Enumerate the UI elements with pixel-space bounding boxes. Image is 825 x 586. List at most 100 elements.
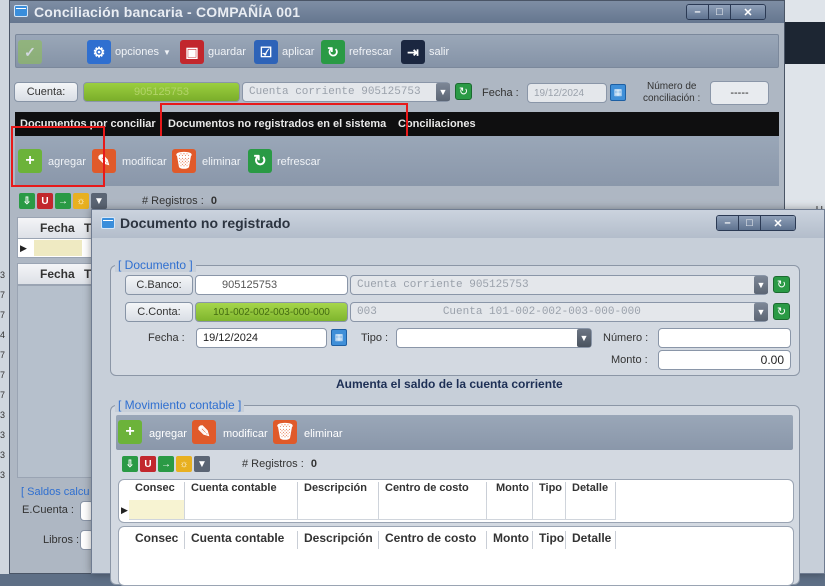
grid-cell[interactable]: [487, 500, 533, 520]
grid-row[interactable]: ▶: [17, 238, 97, 258]
edit-pencil-icon[interactable]: ✎: [192, 420, 216, 444]
minimize-icon[interactable]: –: [687, 5, 709, 19]
refrescar-button[interactable]: ↻ refrescar: [321, 38, 392, 66]
column-header-tipo[interactable]: Tipo: [533, 531, 566, 549]
grid-cell[interactable]: [298, 500, 379, 520]
background-row: 3: [0, 450, 6, 460]
chevron-down-icon[interactable]: ▼: [436, 83, 450, 101]
trash-icon[interactable]: 🗑: [172, 149, 196, 173]
sun-icon[interactable]: ☼: [73, 193, 89, 209]
numero-conciliacion-field[interactable]: -----: [710, 81, 769, 105]
chevron-down-icon[interactable]: ▼: [754, 276, 768, 294]
chevron-down-icon[interactable]: ▼: [577, 329, 591, 347]
export-down-icon[interactable]: ⇩: [19, 193, 35, 209]
row-pointer-icon: ▶: [20, 243, 27, 253]
row-pointer-icon: ▶: [121, 505, 128, 515]
grid-cell[interactable]: [185, 500, 298, 520]
movimiento-group-title: [ Movimiento contable ]: [115, 398, 245, 412]
cuenta-code-field[interactable]: 905125753: [83, 82, 240, 102]
trash-icon[interactable]: 🗑: [273, 420, 297, 444]
confirm-button[interactable]: ✓: [18, 38, 42, 66]
arrow-right-icon[interactable]: →: [55, 193, 71, 209]
column-header-fecha[interactable]: Fecha: [40, 267, 75, 281]
column-header-consec[interactable]: Consec: [129, 482, 185, 500]
search-refresh-icon[interactable]: ↻: [455, 83, 472, 100]
monto-label: Monto :: [611, 354, 648, 366]
dialog-titlebar[interactable]: Documento no registrado – □ ✕: [92, 210, 824, 238]
arrow-right-icon[interactable]: →: [158, 456, 174, 472]
cbanco-name-select[interactable]: Cuenta corriente 905125753: [350, 275, 768, 295]
salir-label: salir: [429, 46, 450, 58]
chevron-down-icon[interactable]: ▼: [754, 303, 768, 321]
modificar-label[interactable]: modificar: [122, 156, 167, 168]
background-row: 7: [0, 390, 6, 400]
aplicar-button[interactable]: ☑ aplicar: [254, 38, 314, 66]
column-header-monto[interactable]: Monto: [487, 482, 533, 500]
opciones-button[interactable]: ⚙ opciones ▼: [87, 38, 171, 66]
column-header-consec[interactable]: Consec: [129, 531, 185, 549]
fecha-field[interactable]: 19/12/2024: [527, 83, 607, 103]
numero-field[interactable]: [658, 328, 791, 348]
refresh-icon[interactable]: ↻: [248, 149, 272, 173]
selected-cell[interactable]: [34, 240, 82, 256]
cuenta-name-select[interactable]: Cuenta corriente 905125753: [242, 82, 450, 102]
column-header-centro-costo[interactable]: Centro de costo: [379, 482, 487, 500]
column-header-descripcion[interactable]: Descripción: [298, 482, 379, 500]
cconta-code-field[interactable]: 101-002-002-003-000-000: [195, 302, 348, 322]
grid-cell[interactable]: [129, 500, 185, 520]
add-icon[interactable]: +: [118, 420, 142, 444]
column-header-descripcion[interactable]: Descripción: [298, 531, 379, 549]
cconta-label: C.Conta:: [125, 302, 193, 322]
aplicar-label: aplicar: [282, 46, 315, 58]
check-icon: ✓: [18, 40, 42, 64]
column-header-monto[interactable]: Monto: [487, 531, 533, 549]
grid-cell[interactable]: [533, 500, 566, 520]
minimize-icon[interactable]: –: [717, 216, 739, 230]
highlight-agregar-box: [11, 126, 105, 187]
grid-cell[interactable]: [379, 500, 487, 520]
calendar-icon[interactable]: ▦: [331, 329, 347, 346]
sun-icon[interactable]: ☼: [176, 456, 192, 472]
column-header-tipo[interactable]: Tipo: [533, 482, 566, 500]
cconta-name-select[interactable]: 003 Cuenta 101-002-002-003-000-000: [350, 302, 768, 322]
agregar-label[interactable]: agregar: [149, 428, 187, 440]
movimiento-grid: Consec Cuenta contable Descripción Centr…: [118, 479, 794, 523]
eliminar-label[interactable]: eliminar: [304, 428, 343, 440]
grid-cell[interactable]: [566, 500, 616, 520]
eliminar-label[interactable]: eliminar: [202, 156, 241, 168]
search-refresh-icon[interactable]: ↻: [773, 303, 790, 320]
monto-field[interactable]: 0.00: [658, 350, 791, 370]
salir-button[interactable]: ⇥ salir: [401, 38, 449, 66]
libros-label: Libros :: [43, 534, 80, 546]
guardar-button[interactable]: ▣ guardar: [180, 38, 246, 66]
ecuenta-label: E.Cuenta :: [22, 504, 74, 516]
fecha-field[interactable]: 19/12/2024: [196, 328, 327, 348]
maximize-icon[interactable]: □: [709, 5, 731, 19]
maximize-icon[interactable]: □: [739, 216, 761, 230]
column-header-cuenta-contable[interactable]: Cuenta contable: [185, 531, 298, 549]
close-icon[interactable]: ✕: [731, 5, 765, 19]
window-icon: [14, 5, 28, 17]
magnet-icon[interactable]: U: [37, 193, 53, 209]
modificar-label[interactable]: modificar: [223, 428, 268, 440]
export-down-icon[interactable]: ⇩: [122, 456, 138, 472]
exit-icon: ⇥: [401, 40, 425, 64]
column-header-centro-costo[interactable]: Centro de costo: [379, 531, 487, 549]
close-icon[interactable]: ✕: [761, 216, 795, 230]
tab-conciliaciones[interactable]: Conciliaciones: [398, 118, 476, 130]
cbanco-code-field[interactable]: 905125753: [195, 275, 348, 295]
chevron-down-icon[interactable]: ▼: [194, 456, 210, 472]
column-header-detalle[interactable]: Detalle: [566, 482, 616, 500]
tipo-label: Tipo :: [361, 332, 389, 344]
tipo-select[interactable]: [396, 328, 592, 348]
refrescar-label[interactable]: refrescar: [277, 156, 320, 168]
chevron-down-icon[interactable]: ▼: [91, 193, 107, 209]
calendar-icon[interactable]: ▦: [610, 84, 626, 101]
column-header-detalle[interactable]: Detalle: [566, 531, 616, 549]
main-titlebar[interactable]: Conciliación bancaria - COMPAÑÍA 001 – □…: [10, 1, 784, 23]
magnet-icon[interactable]: U: [140, 456, 156, 472]
column-header-fecha[interactable]: Fecha: [40, 221, 75, 235]
grid-body: [17, 285, 97, 478]
column-header-cuenta-contable[interactable]: Cuenta contable: [185, 482, 298, 500]
search-refresh-icon[interactable]: ↻: [773, 276, 790, 293]
